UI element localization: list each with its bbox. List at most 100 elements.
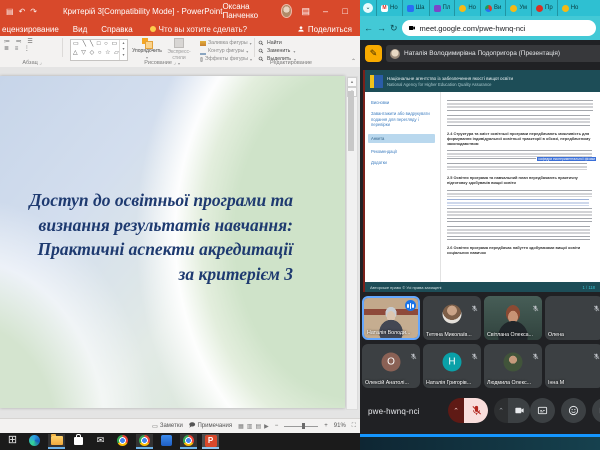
normal-view-icon[interactable]: ▦: [238, 423, 244, 430]
forward-icon[interactable]: →: [377, 23, 386, 33]
zoom-slider-thumb[interactable]: [302, 423, 305, 429]
zoom-level[interactable]: 91%: [334, 423, 346, 429]
share-button[interactable]: Поделиться: [297, 25, 360, 34]
tab-review[interactable]: ецензирование: [0, 25, 66, 34]
captions-button[interactable]: [530, 398, 555, 423]
video-tile-1[interactable]: Наталія Володи...: [362, 296, 420, 340]
taskbar-right-strip: [360, 437, 600, 450]
notes-button[interactable]: ▭Заметки: [152, 423, 183, 430]
mic-button-group[interactable]: ⌃: [448, 398, 488, 423]
browser-tab-2[interactable]: Ша: [402, 0, 429, 16]
sidebar-link-recommendations[interactable]: Рекомендації: [371, 149, 435, 154]
desktop-screen: ▤ ↶ ↷ Критерій 3[Compatibility Mode] - P…: [0, 0, 600, 450]
gallery-scrollbar[interactable]: ▴▾▾: [119, 40, 127, 60]
find-button[interactable]: Найти: [258, 39, 318, 47]
mic-options-chevron-icon[interactable]: ⌃: [448, 398, 464, 423]
slide-sorter-icon[interactable]: ▥: [247, 423, 253, 430]
page-counter[interactable]: 1 / 118: [583, 285, 596, 290]
sidebar-link-questionnaire[interactable]: Анкета: [368, 134, 435, 143]
taskbar-chrome-3[interactable]: [180, 434, 197, 449]
taskbar-chrome[interactable]: [114, 434, 131, 449]
browser-tab-1[interactable]: MНо: [376, 0, 402, 16]
arrange-button[interactable]: Упорядочить ▾: [132, 38, 162, 60]
browser-tab-6[interactable]: Ум: [505, 0, 531, 16]
sidebar-link-conclusions[interactable]: Висновки: [371, 100, 435, 105]
back-icon[interactable]: ←: [364, 23, 373, 33]
address-bar[interactable]: meet.google.com/pwe-hwnq-nci: [402, 20, 596, 36]
replace-button[interactable]: Заменить ▾: [258, 47, 318, 55]
comments-button[interactable]: 🗩Примечания: [189, 421, 232, 431]
slideshow-icon[interactable]: ▶: [264, 423, 269, 430]
taskbar-mail[interactable]: ✉: [92, 434, 109, 449]
sidebar-link-annexes[interactable]: Додатки: [371, 160, 435, 165]
slide-canvas[interactable]: Доступ до освітньої програми та визнання…: [0, 67, 360, 418]
shapes-gallery[interactable]: ▭ ╲ ╲ □ ○ ▭ △ ▽ ◇ ○ ☆ ▱ ▴▾▾: [70, 39, 128, 61]
video-tile-5[interactable]: О Олексій Анатолі...: [362, 344, 420, 388]
taskbar-powerpoint[interactable]: P: [202, 434, 219, 449]
presentation-app-icon[interactable]: ✎: [365, 45, 382, 62]
powerpoint-titlebar[interactable]: ▤ ↶ ↷ Критерій 3[Compatibility Mode] - P…: [0, 0, 360, 22]
scrollbar-thumb[interactable]: [348, 91, 354, 151]
camera-options-chevron-icon[interactable]: ⌃: [494, 398, 508, 423]
zoom-in-icon[interactable]: +: [324, 423, 328, 429]
mic-muted-button[interactable]: [464, 398, 488, 423]
restore-button[interactable]: □: [339, 1, 352, 21]
present-screen-button[interactable]: [592, 398, 600, 423]
tab-help[interactable]: Справка: [94, 25, 139, 34]
taskbar-chrome-2[interactable]: [136, 434, 153, 449]
save-icon[interactable]: ▤: [6, 7, 14, 16]
browser-tab-4[interactable]: Но: [454, 0, 480, 16]
participant-name: Людмила Олекс...: [487, 380, 531, 386]
browser-tab-5[interactable]: Ви: [480, 0, 505, 16]
browser-tab-8[interactable]: Но: [557, 0, 583, 16]
video-tile-3[interactable]: Світлана Олекса...: [484, 296, 542, 340]
browser-tab-7[interactable]: Пр: [531, 0, 557, 16]
quick-styles-icon: [174, 38, 184, 48]
taskbar-file-explorer[interactable]: [48, 434, 65, 449]
selected-text: кафедри експериментальної фізики: [537, 157, 596, 161]
account-avatar[interactable]: [281, 4, 293, 18]
taskbar-store[interactable]: [70, 434, 87, 449]
dialog-launcher-icon[interactable]: ⌟: [39, 60, 41, 66]
scroll-up-icon[interactable]: ▲: [347, 77, 357, 87]
video-tile-8[interactable]: Інна М: [545, 344, 600, 388]
reload-icon[interactable]: ↻: [390, 23, 398, 34]
dialog-launcher-icon[interactable]: ⌟: [173, 60, 175, 66]
taskbar-blue-app[interactable]: [158, 434, 175, 449]
collapse-ribbon-icon[interactable]: ⌃: [351, 58, 356, 65]
tell-me-search[interactable]: Что вы хотите сделать?: [150, 25, 247, 34]
minimize-button[interactable]: –: [319, 1, 332, 21]
video-tile-7[interactable]: Людмила Олекс...: [484, 344, 542, 388]
camera-button-group[interactable]: ⌃: [494, 398, 530, 423]
account-name[interactable]: Оксана Панченко: [222, 2, 274, 20]
shared-screen[interactable]: Національне агентство із забезпечення як…: [363, 70, 600, 292]
start-button[interactable]: ⊞: [4, 434, 21, 449]
browser-tab-3[interactable]: Пл: [429, 0, 455, 16]
video-tile-4[interactable]: Олена: [545, 296, 600, 340]
favicon: [485, 5, 492, 12]
tab-view[interactable]: Вид: [66, 25, 94, 34]
fit-to-window-icon[interactable]: ⛶: [352, 423, 356, 430]
undo-icon[interactable]: ↶: [19, 7, 26, 16]
presenter-banner[interactable]: Наталія Володимирівна Подопригора (Презе…: [386, 45, 600, 62]
taskbar-edge[interactable]: [26, 434, 43, 449]
paragraph-group-icons[interactable]: ≔ ≕ ☰≣ ≡ ⋮: [4, 39, 58, 53]
sidebar-link-download[interactable]: Завантажити або видрукувати подання для …: [371, 111, 435, 127]
reading-view-icon[interactable]: ▤: [255, 423, 261, 430]
ribbon-display-options-icon[interactable]: ▤: [299, 1, 312, 21]
zoom-slider[interactable]: [284, 426, 318, 427]
shape-fill-button[interactable]: Заливка фигуры ▾: [200, 39, 252, 47]
slide-title[interactable]: Доступ до освітньої програми та визнання…: [1, 188, 293, 286]
quick-access-toolbar[interactable]: ▤ ↶ ↷: [6, 7, 37, 16]
reactions-button[interactable]: [561, 398, 586, 423]
camera-button[interactable]: [508, 398, 530, 423]
slide-scrollbar[interactable]: ▲ ≡: [346, 76, 358, 410]
video-tile-2[interactable]: Тетяна Миколаїв...: [423, 296, 481, 340]
tab-search-icon[interactable]: ⌄: [363, 3, 373, 13]
zoom-out-icon[interactable]: −: [275, 423, 279, 429]
video-tile-6[interactable]: Н Наталія Григорів...: [423, 344, 481, 388]
redo-icon[interactable]: ↷: [30, 7, 37, 16]
shape-outline-button[interactable]: Контур фигуры ▾: [200, 47, 252, 55]
text-lines: [447, 163, 587, 170]
slide[interactable]: Доступ до освітньої програми та визнання…: [0, 76, 345, 408]
